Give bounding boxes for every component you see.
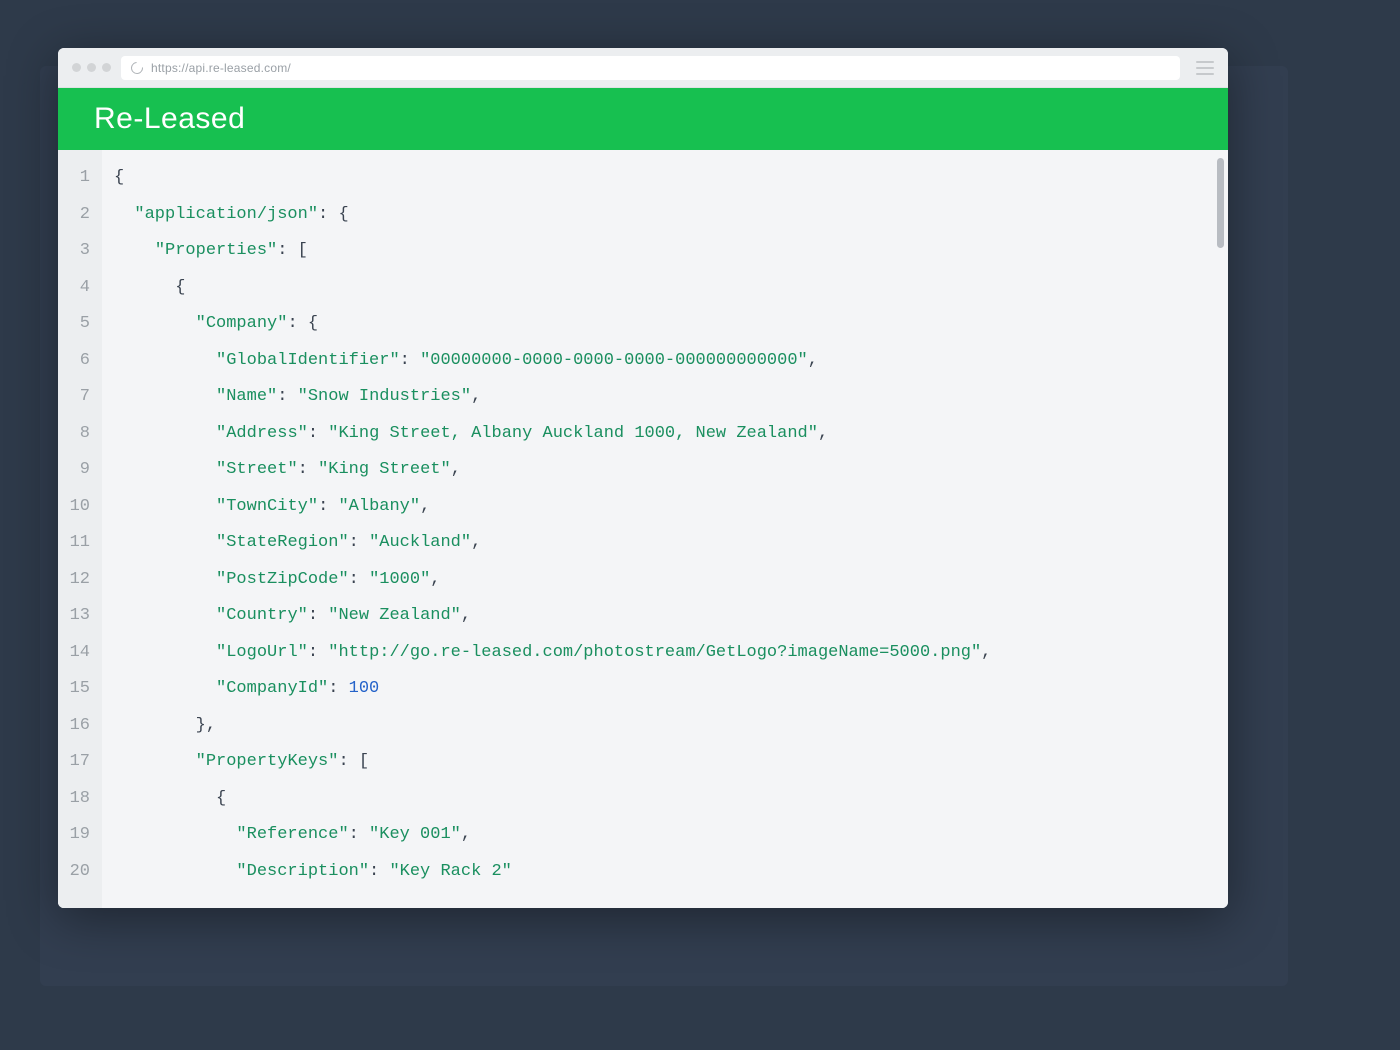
window-controls [72, 63, 111, 72]
code-line: "Street": "King Street", [114, 452, 1228, 489]
line-number: 20 [58, 854, 90, 891]
code-editor[interactable]: 1234567891011121314151617181920 { "appli… [58, 150, 1228, 908]
code-line: "Reference": "Key 001", [114, 817, 1228, 854]
maximize-icon[interactable] [102, 63, 111, 72]
line-number: 11 [58, 525, 90, 562]
line-number: 15 [58, 671, 90, 708]
minimize-icon[interactable] [87, 63, 96, 72]
line-number: 16 [58, 708, 90, 745]
url-text: https://api.re-leased.com/ [151, 61, 291, 75]
browser-chrome: https://api.re-leased.com/ [58, 48, 1228, 88]
code-line: "LogoUrl": "http://go.re-leased.com/phot… [114, 635, 1228, 672]
line-gutter: 1234567891011121314151617181920 [58, 150, 102, 908]
line-number: 4 [58, 270, 90, 307]
refresh-icon[interactable] [129, 59, 146, 76]
code-line: "CompanyId": 100 [114, 671, 1228, 708]
line-number: 12 [58, 562, 90, 599]
code-content[interactable]: { "application/json": { "Properties": [ … [102, 150, 1228, 908]
line-number: 5 [58, 306, 90, 343]
code-line: "PropertyKeys": [ [114, 744, 1228, 781]
line-number: 19 [58, 817, 90, 854]
line-number: 18 [58, 781, 90, 818]
line-number: 13 [58, 598, 90, 635]
line-number: 14 [58, 635, 90, 672]
code-line: "Company": { [114, 306, 1228, 343]
app-title: Re-Leased [94, 102, 245, 136]
url-bar[interactable]: https://api.re-leased.com/ [121, 56, 1180, 80]
code-line: }, [114, 708, 1228, 745]
code-line: "GlobalIdentifier": "00000000-0000-0000-… [114, 343, 1228, 380]
code-line: "Name": "Snow Industries", [114, 379, 1228, 416]
scrollbar-thumb[interactable] [1217, 158, 1224, 248]
menu-icon[interactable] [1196, 61, 1214, 75]
browser-window: https://api.re-leased.com/ Re-Leased 123… [58, 48, 1228, 908]
code-line: "Address": "King Street, Albany Auckland… [114, 416, 1228, 453]
line-number: 7 [58, 379, 90, 416]
line-number: 9 [58, 452, 90, 489]
code-line: "Country": "New Zealand", [114, 598, 1228, 635]
code-line: "Description": "Key Rack 2" [114, 854, 1228, 891]
close-icon[interactable] [72, 63, 81, 72]
code-line: "TownCity": "Albany", [114, 489, 1228, 526]
code-line: "PostZipCode": "1000", [114, 562, 1228, 599]
line-number: 10 [58, 489, 90, 526]
line-number: 2 [58, 197, 90, 234]
app-header: Re-Leased [58, 88, 1228, 150]
code-line: "StateRegion": "Auckland", [114, 525, 1228, 562]
line-number: 8 [58, 416, 90, 453]
code-line: "Properties": [ [114, 233, 1228, 270]
code-line: { [114, 270, 1228, 307]
line-number: 3 [58, 233, 90, 270]
line-number: 6 [58, 343, 90, 380]
code-line: { [114, 160, 1228, 197]
line-number: 1 [58, 160, 90, 197]
line-number: 17 [58, 744, 90, 781]
code-line: { [114, 781, 1228, 818]
code-line: "application/json": { [114, 197, 1228, 234]
